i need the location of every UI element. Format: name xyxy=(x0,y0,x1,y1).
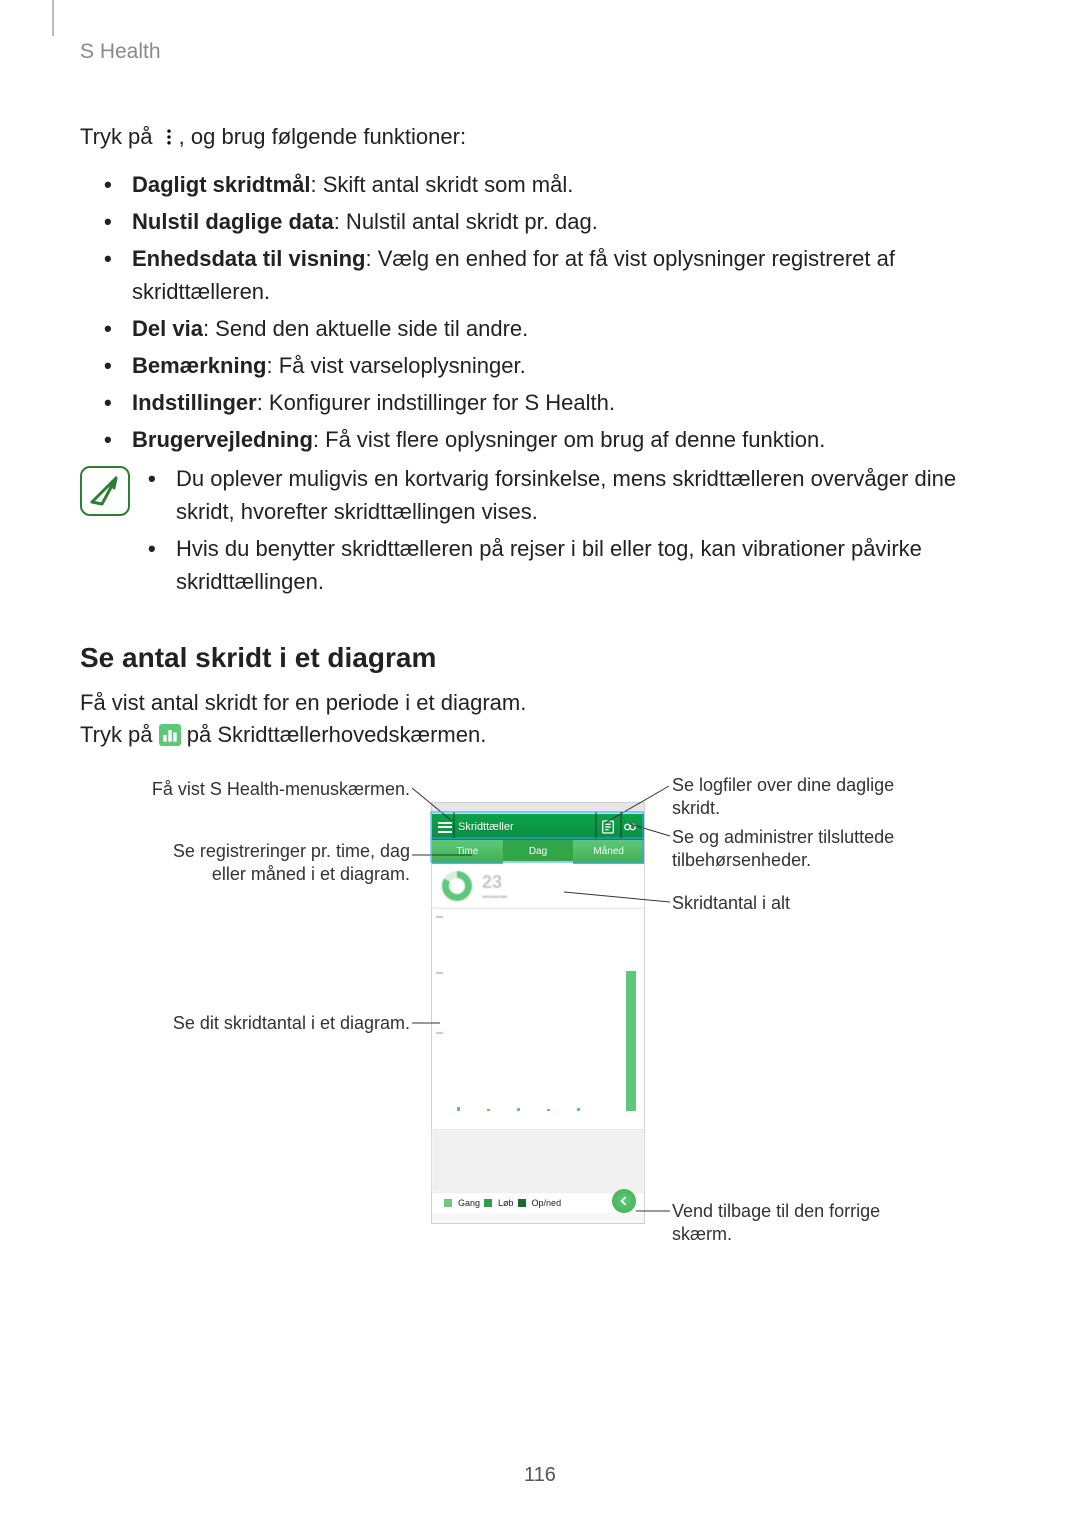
legend-walk: Gang xyxy=(458,1198,480,1208)
connector xyxy=(564,892,670,906)
legend-updown: Op/ned xyxy=(532,1198,562,1208)
page-title: S Health xyxy=(80,40,1020,64)
menu-term: Del via xyxy=(132,316,203,341)
x-axis: •••••• xyxy=(432,1111,644,1129)
section-heading: Se antal skridt i et diagram xyxy=(80,642,1020,674)
y-tick: ▬ xyxy=(436,913,443,920)
menu-item: Nulstil daglige data: Nulstil antal skri… xyxy=(104,205,1020,238)
legend-run: Løb xyxy=(498,1198,514,1208)
y-tick: ▬ xyxy=(436,1029,443,1036)
menu-term: Nulstil daglige data xyxy=(132,209,334,234)
menu-desc: : Få vist varseloplysninger. xyxy=(266,353,525,378)
callout-menu: Få vist S Health-menuskærmen. xyxy=(140,778,410,801)
menu-item: Del via: Send den aktuelle side til andr… xyxy=(104,312,1020,345)
donut-icon xyxy=(442,871,472,901)
callout-total: Skridtantal i alt xyxy=(672,892,942,915)
p2-prefix: Tryk på xyxy=(80,722,159,747)
legend-swatch-run xyxy=(484,1199,492,1207)
section-p1: Få vist antal skridt for en periode i et… xyxy=(80,690,1020,716)
menu-item: Brugervejledning: Få vist flere oplysnin… xyxy=(104,423,1020,456)
menu-desc: : Få vist flere oplysninger om brug af d… xyxy=(313,427,825,452)
menu-item: Enhedsdata til visning: Vælg en enhed fo… xyxy=(104,242,1020,308)
menu-term: Indstillinger xyxy=(132,390,257,415)
note-list: Du oplever muligvis en kortvarig forsink… xyxy=(148,462,1020,602)
page-number: 116 xyxy=(0,1464,1080,1487)
y-tick: ▬ xyxy=(436,969,443,976)
menu-term: Enhedsdata til visning xyxy=(132,246,365,271)
summary-value: 23 xyxy=(482,873,508,891)
menu-desc: : Nulstil antal skridt pr. dag. xyxy=(334,209,598,234)
note-item: Hvis du benytter skridttælleren på rejse… xyxy=(148,532,1020,598)
legend-swatch-up xyxy=(518,1199,526,1207)
connector xyxy=(412,1022,440,1024)
more-icon xyxy=(159,127,179,147)
menu-item: Indstillinger: Konfigurer indstillinger … xyxy=(104,386,1020,419)
detail-panel xyxy=(432,1130,644,1192)
intro-line: Tryk på , og brug følgende funktioner: xyxy=(80,124,1020,150)
summary-sub: ▬▬▬ xyxy=(482,891,508,900)
connector xyxy=(636,1210,670,1212)
today-bar xyxy=(626,971,636,1111)
callout-back: Vend tilbage til den forrige skærm. xyxy=(672,1200,942,1245)
back-fab[interactable] xyxy=(612,1189,636,1213)
note-item: Du oplever muligvis en kortvarig forsink… xyxy=(148,462,1020,528)
callout-chart: Se dit skridtantal i et diagram. xyxy=(140,1012,410,1035)
note-icon xyxy=(80,466,130,516)
chart-icon xyxy=(159,724,181,746)
p2-suffix: på Skridttællerhovedskærmen. xyxy=(181,722,487,747)
menu-desc: : Send den aktuelle side til andre. xyxy=(203,316,528,341)
intro-suffix: , og brug følgende funktioner: xyxy=(179,124,466,149)
callout-log: Se logfiler over dine daglige skridt. xyxy=(672,774,942,819)
highlight-box xyxy=(431,812,643,866)
section-p2: Tryk på på Skridttællerhovedskærmen. xyxy=(80,722,1020,748)
bar-chart: ▬ ▬ ▬ •••••• xyxy=(432,909,644,1130)
callout-tabs: Se registreringer pr. time, dag eller må… xyxy=(140,840,410,885)
legend-swatch-walk xyxy=(444,1199,452,1207)
menu-term: Bemærkning xyxy=(132,353,266,378)
menu-term: Dagligt skridtmål xyxy=(132,172,310,197)
intro-prefix: Tryk på xyxy=(80,124,159,149)
diagram-zone: Skridttæller TimeDagMåned 23 ▬▬▬ ▬ ▬ ▬ xyxy=(80,772,1020,1252)
menu-desc: : Konfigurer indstillinger for S Health. xyxy=(257,390,615,415)
menu-term: Brugervejledning xyxy=(132,427,313,452)
callout-accessory: Se og administrer tilsluttede tilbehørse… xyxy=(672,826,942,871)
menu-list: Dagligt skridtmål: Skift antal skridt so… xyxy=(104,168,1020,456)
note-box: Du oplever muligvis en kortvarig forsink… xyxy=(80,462,1020,602)
menu-desc: : Skift antal skridt som mål. xyxy=(310,172,573,197)
menu-item: Dagligt skridtmål: Skift antal skridt so… xyxy=(104,168,1020,201)
page-tab-mark xyxy=(52,0,54,36)
menu-item: Bemærkning: Få vist varseloplysninger. xyxy=(104,349,1020,382)
